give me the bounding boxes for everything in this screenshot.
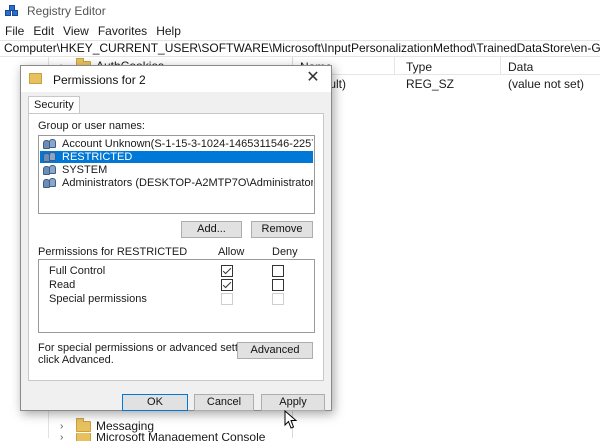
value-row[interactable]: (Default) REG_SZ (value not set) xyxy=(294,76,600,92)
allow-checkbox xyxy=(221,293,233,305)
user-list[interactable]: Account Unknown(S-1-15-3-1024-1465311546… xyxy=(38,135,315,214)
remove-button[interactable]: Remove xyxy=(251,221,313,238)
list-item[interactable]: RESTRICTED xyxy=(40,151,313,163)
column-data[interactable]: Data xyxy=(508,60,533,74)
users-icon xyxy=(43,152,59,162)
window-title: Registry Editor xyxy=(27,4,106,18)
list-item[interactable]: Account Unknown(S-1-15-3-1024-1465311546… xyxy=(40,138,313,150)
registry-editor-icon xyxy=(5,5,19,17)
folder-icon xyxy=(76,417,91,432)
address-bar[interactable]: Computer\HKEY_CURRENT_USER\SOFTWARE\Micr… xyxy=(0,40,600,57)
tree-item[interactable]: › Microsoft Management Console xyxy=(60,433,265,441)
users-icon xyxy=(43,165,59,175)
tab-security[interactable]: Security xyxy=(28,96,80,114)
deny-column-label: Deny xyxy=(272,246,298,258)
menu-favorites[interactable]: Favorites xyxy=(93,22,151,40)
deny-checkbox[interactable] xyxy=(272,265,284,277)
value-type: REG_SZ xyxy=(406,77,455,91)
menu-edit[interactable]: Edit xyxy=(28,22,58,40)
value-data: (value not set) xyxy=(508,77,585,91)
mouse-cursor-icon xyxy=(284,410,298,429)
title-bar: Registry Editor xyxy=(0,0,600,22)
list-item[interactable]: SYSTEM xyxy=(40,164,313,176)
tree-item-label: Microsoft Management Console xyxy=(96,433,266,441)
deny-checkbox xyxy=(272,293,284,305)
close-icon[interactable]: ✕ xyxy=(305,70,321,86)
chevron-right-icon[interactable]: › xyxy=(60,421,72,432)
allow-checkbox[interactable] xyxy=(221,279,233,291)
permission-row: Read xyxy=(39,278,314,293)
advanced-button[interactable]: Advanced xyxy=(237,342,313,359)
menu-view[interactable]: View xyxy=(58,22,93,40)
permission-row: Full Control xyxy=(39,264,314,279)
permissions-for-label: Permissions for RESTRICTED xyxy=(38,246,188,258)
deny-checkbox[interactable] xyxy=(272,279,284,291)
permission-name: Read xyxy=(49,279,76,291)
folder-icon xyxy=(29,73,42,84)
list-item[interactable]: Administrators (DESKTOP-A2MTP7O\Administ… xyxy=(40,177,313,189)
advanced-note-line2: click Advanced. xyxy=(38,354,114,366)
folder-icon xyxy=(76,433,91,441)
permissions-dialog: Permissions for 2 ✕ Security Group or us… xyxy=(20,65,332,411)
add-button[interactable]: Add... xyxy=(181,221,242,238)
menu-file[interactable]: File xyxy=(0,22,28,40)
user-name: RESTRICTED xyxy=(62,151,133,163)
column-type[interactable]: Type xyxy=(406,60,432,74)
user-name: Account Unknown(S-1-15-3-1024-1465311546… xyxy=(62,138,313,150)
advanced-note-line1: For special permissions or advanced sett… xyxy=(38,342,262,354)
permission-name: Full Control xyxy=(49,265,106,277)
tree-item-label: Messaging xyxy=(96,419,155,433)
cancel-button[interactable]: Cancel xyxy=(194,394,254,411)
users-icon xyxy=(43,178,59,188)
menu-bar: File Edit View Favorites Help xyxy=(0,22,600,40)
dialog-title: Permissions for 2 xyxy=(53,73,146,87)
tab-strip: Security xyxy=(28,96,326,114)
apply-button[interactable]: Apply xyxy=(261,394,325,411)
allow-column-label: Allow xyxy=(218,246,245,258)
permission-name: Special permissions xyxy=(49,293,147,305)
permissions-list: Full Control Read Special permissions xyxy=(38,259,315,333)
ok-button[interactable]: OK xyxy=(122,394,188,411)
values-list-header: Name Type Data xyxy=(294,57,600,75)
permission-row: Special permissions xyxy=(39,292,314,307)
dialog-title-bar[interactable]: Permissions for 2 ✕ xyxy=(21,66,331,92)
allow-checkbox[interactable] xyxy=(221,265,233,277)
chevron-right-icon[interactable]: › xyxy=(60,433,72,441)
menu-help[interactable]: Help xyxy=(151,22,185,40)
security-tab-panel: Group or user names: Account Unknown(S-1… xyxy=(28,113,324,381)
user-name: Administrators (DESKTOP-A2MTP7O\Administ… xyxy=(62,177,313,189)
registry-editor-window: Registry Editor File Edit View Favorites… xyxy=(0,0,600,441)
users-icon xyxy=(43,139,59,149)
user-name: SYSTEM xyxy=(62,164,108,176)
group-names-label: Group or user names: xyxy=(38,120,145,132)
